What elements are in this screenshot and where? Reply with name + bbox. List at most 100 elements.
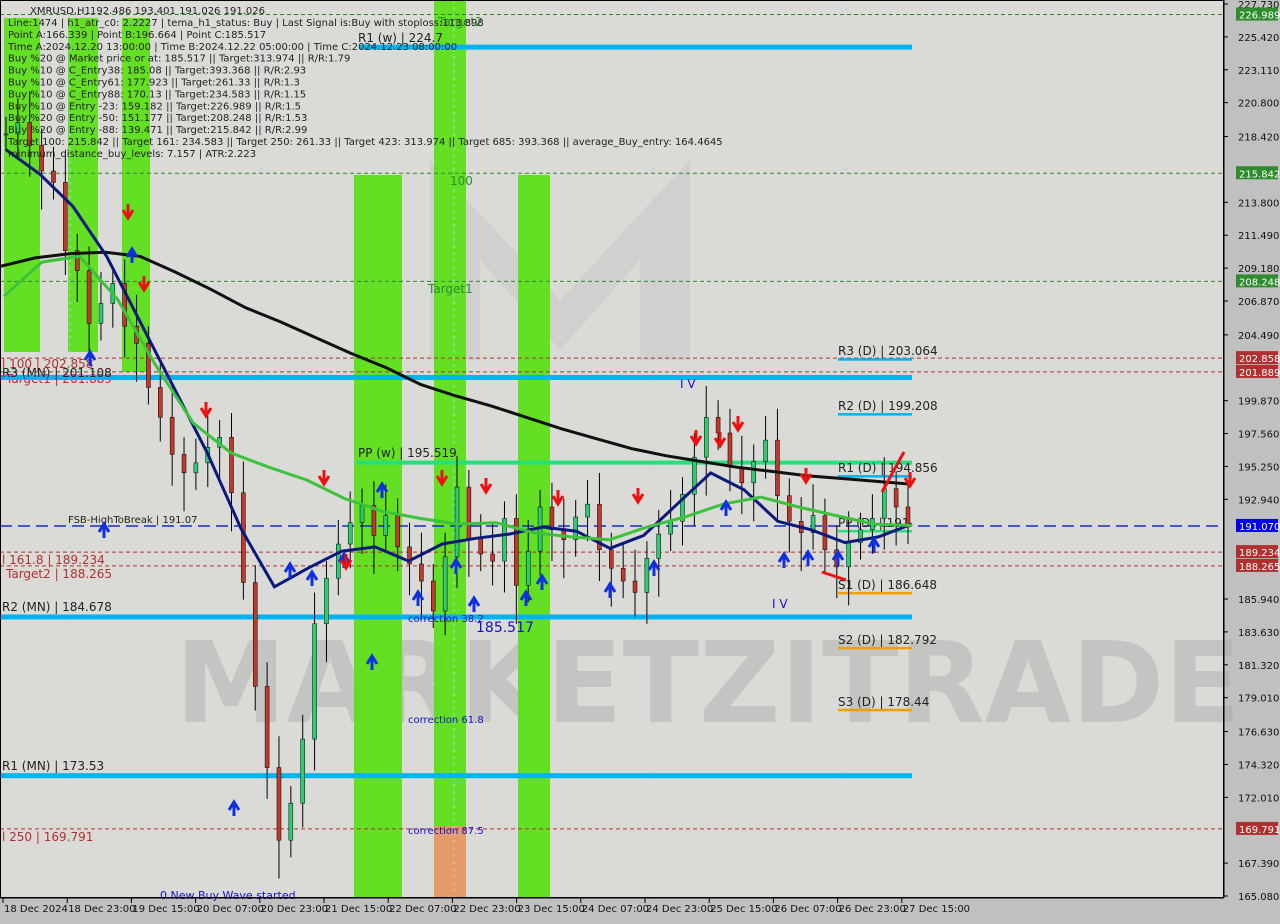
- price-tick-label: 195.250: [1238, 462, 1279, 473]
- time-tick-label: 18 Dec 2024: [4, 904, 68, 915]
- level-label: Target1: [427, 282, 473, 296]
- candle-body: [787, 495, 792, 522]
- time-tick-label: 26 Dec 07:00: [774, 904, 841, 915]
- daily-pivot-label: R2 (D) | 199.208: [838, 399, 938, 413]
- level-label: l 250 | 169.791: [2, 830, 93, 844]
- level-label: l 161.8 | 189.234: [2, 553, 105, 567]
- price-tag-label: 169.791: [1239, 825, 1280, 836]
- candle-body: [585, 503, 590, 518]
- price-tick-label: 185.940: [1238, 595, 1279, 606]
- time-tick-label: 26 Dec 23:00: [839, 904, 906, 915]
- info-line: Time A:2024.12.20 13:00:00 | Time B:2024…: [7, 42, 457, 53]
- candle-body: [300, 738, 305, 804]
- level-label: FSB-HighToBreak | 191.07: [68, 515, 197, 526]
- candle-body: [632, 580, 638, 593]
- daily-pivot-label: S3 (D) | 178.44: [838, 695, 929, 709]
- info-line: Buy %10 @ C_Entry38: 185.08 || Target:39…: [8, 66, 306, 77]
- candle-body: [276, 767, 282, 841]
- candle-body: [169, 417, 175, 455]
- candle-body: [359, 505, 365, 523]
- candle-body: [490, 553, 495, 562]
- candle-body: [63, 182, 68, 251]
- time-tick-label: 20 Dec 23:00: [261, 904, 328, 915]
- time-tick-label: 24 Dec 23:00: [646, 904, 713, 915]
- price-tick-label: 223.110: [1238, 66, 1279, 77]
- candle-body: [668, 521, 673, 535]
- daily-pivot-label: R1 (D) | 194.856: [838, 461, 938, 475]
- candle-body: [703, 417, 709, 458]
- time-tick-label: 22 Dec 23:00: [453, 904, 520, 915]
- price-tick-label: 174.320: [1238, 760, 1279, 771]
- info-line: Target 100: 215.842 || Target 161: 234.5…: [7, 137, 723, 148]
- daily-pivot-line: [838, 475, 912, 478]
- candle-body: [86, 270, 92, 324]
- watermark-text: MARKETZITRADE: [175, 619, 1241, 749]
- price-tick-label: 211.490: [1238, 231, 1279, 242]
- level-label: R2 (MN) | 184.678: [2, 600, 112, 614]
- info-line: Buy %20 @ Entry -88: 139.471 || Target:2…: [8, 125, 307, 136]
- candle-body: [715, 417, 721, 434]
- price-tick-label: 167.390: [1238, 859, 1279, 870]
- candle-body: [51, 170, 56, 183]
- time-tick-label: 22 Dec 07:00: [389, 904, 456, 915]
- candle-body: [264, 686, 270, 768]
- info-line: Line:1474 | h1_atr_c0: 2.2227 | tema_h1_…: [8, 18, 484, 29]
- price-tag-label: 226.989: [1239, 11, 1280, 22]
- price-tick-label: 197.560: [1238, 430, 1279, 441]
- annotation-label: 0 New Buy Wave started: [160, 889, 296, 902]
- price-tag-label: 202.858: [1239, 354, 1280, 365]
- candle-body: [656, 533, 662, 559]
- price-tick-label: 209.180: [1238, 264, 1279, 275]
- candle-body: [739, 466, 745, 484]
- daily-pivot-label: R3 (D) | 203.064: [838, 344, 938, 358]
- price-tag-label: 191.070: [1239, 522, 1280, 533]
- candle-body: [229, 437, 234, 494]
- zone-band: [354, 175, 402, 898]
- candle-body: [419, 563, 424, 582]
- candle-body: [252, 582, 258, 687]
- price-tick-label: 176.630: [1238, 728, 1279, 739]
- price-tick-label: 199.870: [1238, 397, 1279, 408]
- price-tick-label: 218.420: [1238, 133, 1279, 144]
- level-label: Target2 | 188.265: [5, 567, 112, 581]
- candle-body: [893, 488, 899, 508]
- candle-body: [466, 486, 472, 539]
- price-tick-label: 213.800: [1238, 198, 1279, 209]
- annotation-label: correction 38.2: [408, 614, 484, 625]
- header-ohlc: 192.486 193.401 191.026 191.026: [90, 6, 265, 17]
- candle-body: [312, 623, 317, 740]
- annotation-label: correction 61.8: [408, 715, 484, 726]
- daily-pivot-line: [838, 708, 912, 712]
- daily-pivot-line: [838, 646, 912, 650]
- price-tag-label: 189.234: [1239, 548, 1280, 559]
- zone-band: [434, 0, 466, 826]
- candle-body: [882, 488, 887, 519]
- daily-pivot-label: S2 (D) | 182.792: [838, 633, 937, 647]
- info-line: Buy %20 @ Market price or at: 185.517 ||…: [8, 54, 350, 65]
- level-label: R1 (MN) | 173.53: [2, 759, 104, 773]
- pivot-line: [0, 773, 912, 779]
- trading-chart[interactable]: MARKETZITRADE Target2 R1 (w) | 224.7 100 Ta…: [0, 0, 1280, 920]
- price-tag-label: 201.889: [1239, 368, 1280, 379]
- candle-body: [395, 515, 400, 548]
- price-tick-label: 165.080: [1238, 892, 1279, 903]
- candle-body: [181, 454, 187, 474]
- candle-body: [158, 387, 163, 418]
- time-tick-label: 25 Dec 15:00: [710, 904, 777, 915]
- price-tick-label: 220.800: [1238, 99, 1279, 110]
- price-tick-label: 183.630: [1238, 628, 1279, 639]
- annotation-label: 185.517: [476, 620, 534, 636]
- candle-body: [763, 439, 768, 462]
- info-line: Buy %10 @ Entry -23: 159.182 || Target:2…: [8, 101, 301, 112]
- time-tick-label: 24 Dec 07:00: [582, 904, 649, 915]
- info-line: Buy %10 @ C_Entry61: 177.923 || Target:2…: [8, 78, 300, 89]
- info-line: Buy %20 @ Entry -50: 151.177 || Target:2…: [8, 113, 307, 124]
- candle-body: [609, 549, 614, 569]
- candle-body: [822, 515, 828, 550]
- level-label: 100: [450, 174, 473, 188]
- candle-body: [431, 580, 436, 612]
- annotation-label: correction 87.5: [408, 826, 484, 837]
- daily-pivot-line: [838, 358, 912, 361]
- candle-body: [347, 522, 353, 545]
- candle-body: [193, 462, 199, 474]
